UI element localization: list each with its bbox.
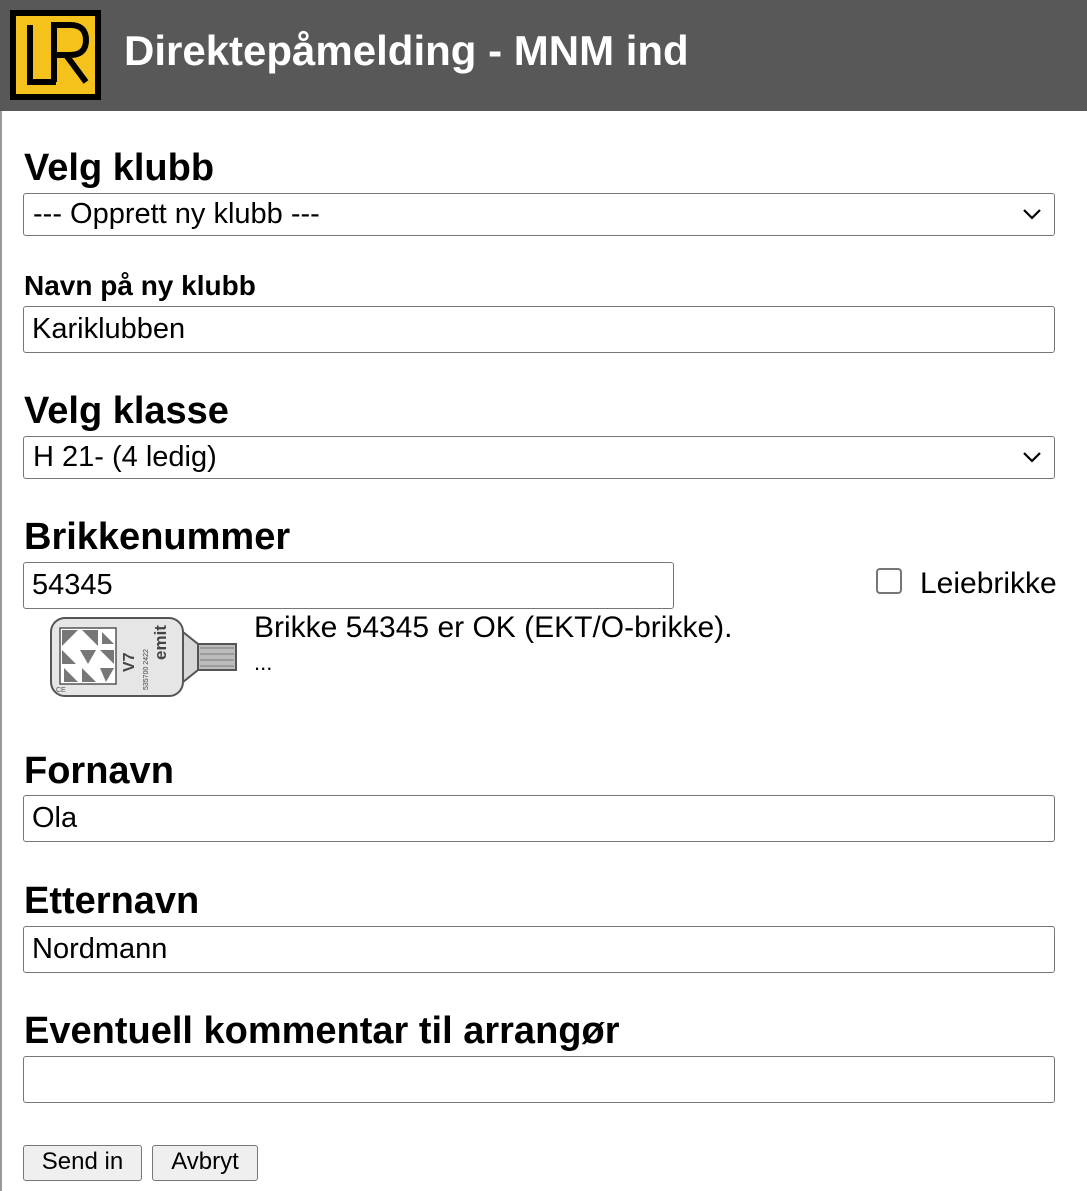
svg-text:CE: CE	[56, 687, 66, 694]
emit-card-image: emit V7 535700 2422 CE	[50, 617, 237, 697]
chip-status-more: ...	[254, 650, 273, 675]
chevron-down-icon	[1023, 452, 1041, 463]
page-border	[0, 111, 2, 1191]
rental-chip-checkbox[interactable]	[876, 568, 902, 594]
card-model: V7	[121, 652, 138, 672]
class-heading: Velg klasse	[24, 390, 229, 432]
card-brand: emit	[151, 625, 170, 660]
app-header: Direktepåmelding - MNM ind	[0, 0, 1087, 111]
club-select-value: --- Opprett ny klubb ---	[33, 198, 320, 230]
first-name-input[interactable]: Ola	[23, 795, 1055, 842]
submit-button[interactable]: Send in	[23, 1145, 142, 1181]
class-select-value: H 21- (4 ledig)	[33, 441, 217, 473]
lr-logo-mark	[27, 22, 90, 85]
new-club-input[interactable]: Kariklubben	[23, 306, 1055, 353]
cancel-button[interactable]: Avbryt	[152, 1145, 258, 1181]
page-title: Direktepåmelding - MNM ind	[124, 27, 689, 74]
last-name-input[interactable]: Nordmann	[23, 926, 1055, 973]
lr-logo	[10, 10, 101, 100]
chip-status-text: Brikke 54345 er OK (EKT/O-brikke).	[254, 611, 733, 644]
class-select[interactable]: H 21- (4 ledig)	[23, 436, 1055, 479]
last-name-heading: Etternavn	[24, 880, 200, 922]
chip-number-input[interactable]: 54345	[23, 562, 674, 609]
first-name-heading: Fornavn	[24, 750, 174, 792]
chevron-down-icon	[1023, 209, 1041, 220]
rental-chip-label: Leiebrikke	[920, 567, 1057, 600]
club-heading: Velg klubb	[24, 147, 215, 189]
comment-heading: Eventuell kommentar til arrangør	[24, 1010, 620, 1052]
new-club-label: Navn på ny klubb	[24, 270, 256, 301]
card-serial: 535700 2422	[143, 649, 150, 690]
club-select[interactable]: --- Opprett ny klubb ---	[23, 193, 1055, 236]
chip-heading: Brikkenummer	[24, 516, 291, 558]
comment-input[interactable]	[23, 1056, 1055, 1103]
